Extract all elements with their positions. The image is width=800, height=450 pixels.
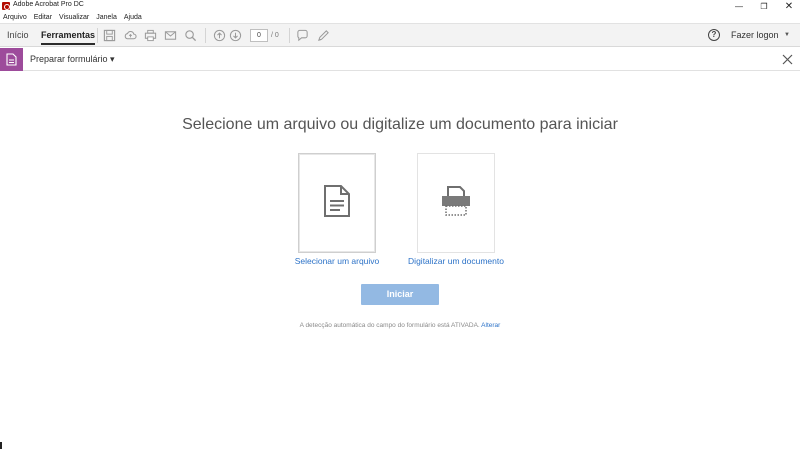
toolbar-divider [205, 28, 206, 43]
page-title: Selecione um arquivo ou digitalize um do… [182, 116, 618, 133]
menu-item-arquivo[interactable]: Arquivo [3, 12, 27, 23]
tab-inicio[interactable]: Início [7, 24, 29, 47]
pen-icon[interactable] [317, 29, 330, 42]
corner-mark [0, 442, 2, 449]
save-icon[interactable] [103, 29, 116, 42]
help-icon[interactable]: ? [708, 29, 720, 41]
acrobat-logo-icon [2, 2, 10, 10]
window-title: Adobe Acrobat Pro DC [13, 1, 84, 8]
maximize-button[interactable]: ❐ [750, 0, 778, 12]
menu-item-ajuda[interactable]: Ajuda [124, 12, 142, 23]
menu-item-visualizar[interactable]: Visualizar [59, 12, 89, 23]
comment-icon[interactable] [296, 29, 309, 42]
minimize-button[interactable]: — [725, 0, 753, 12]
toolbar-divider [289, 28, 290, 43]
close-window-button[interactable]: ✕ [775, 0, 800, 12]
toolbar-divider [97, 28, 98, 43]
menu-item-janela[interactable]: Janela [96, 12, 117, 23]
tool-header-bar: Preparar formulário ▾ [0, 48, 800, 71]
change-link[interactable]: Alterar [481, 322, 500, 329]
cloud-upload-icon[interactable] [124, 29, 137, 42]
tab-ferramentas[interactable]: Ferramentas [41, 24, 96, 47]
scan-document-card[interactable] [417, 153, 495, 253]
prepare-form-icon [0, 48, 23, 71]
main-toolbar: Início Ferramentas 0 / 0 ? Fazer logon ▼ [0, 23, 800, 47]
tool-name-dropdown[interactable]: Preparar formulário ▾ [30, 48, 115, 71]
scan-document-link[interactable]: Digitalizar um documento [391, 256, 521, 266]
chevron-down-icon: ▾ [110, 54, 115, 64]
page-up-icon[interactable] [213, 29, 226, 42]
chevron-down-icon[interactable]: ▼ [784, 32, 790, 38]
login-button[interactable]: Fazer logon [731, 24, 779, 47]
page-number-input[interactable]: 0 [250, 29, 268, 42]
tool-name-label: Preparar formulário [30, 54, 108, 64]
search-icon[interactable] [184, 29, 197, 42]
page-down-icon[interactable] [229, 29, 242, 42]
menu-item-editar[interactable]: Editar [34, 12, 52, 23]
auto-detect-notice: A detecção automática do campo do formul… [0, 322, 800, 329]
select-file-link[interactable]: Selecionar um arquivo [272, 256, 402, 266]
print-icon[interactable] [144, 29, 157, 42]
document-icon [323, 184, 351, 223]
menu-bar: Arquivo Editar Visualizar Janela Ajuda [0, 12, 142, 23]
scanner-icon [440, 185, 472, 222]
mail-icon[interactable] [164, 29, 177, 42]
select-file-card[interactable] [298, 153, 376, 253]
close-tool-button[interactable] [779, 51, 795, 67]
page-total: / 0 [271, 32, 279, 39]
auto-detect-text: A detecção automática do campo do formul… [299, 322, 480, 329]
title-bar: Adobe Acrobat Pro DC — ❐ ✕ [0, 0, 800, 12]
start-button[interactable]: Iniciar [361, 284, 439, 305]
